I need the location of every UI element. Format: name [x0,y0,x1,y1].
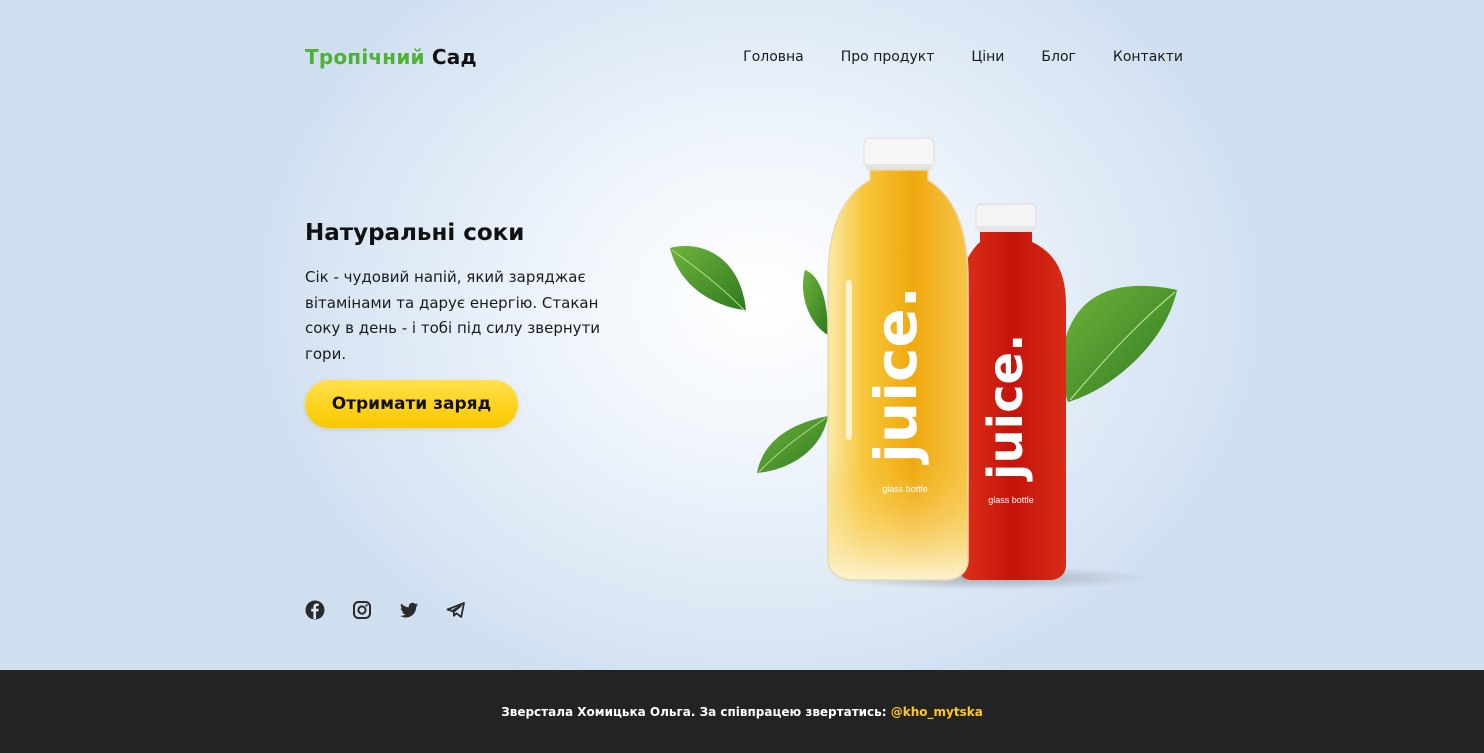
logo-text-green: Тропічний [305,45,425,69]
footer-credits: Зверстала Хомицька Ольга. За співпрацею … [501,705,983,719]
main-nav: Головна Про продукт Ціни Блог Контакти [743,49,1183,65]
nav-link-home[interactable]: Головна [743,49,804,65]
orange-bottle-brand-text: juice. [862,286,930,465]
hero-section: Тропічний Сад Головна Про продукт Ціни Б… [0,0,1484,670]
nav-link-contacts[interactable]: Контакти [1113,49,1183,65]
nav-link-blog[interactable]: Блог [1041,49,1075,65]
leaf-decoration-bottom [757,416,828,473]
twitter-icon[interactable] [399,600,419,620]
logo-text-dark: Сад [431,45,477,69]
red-juice-bottle: juice. glass bottle [958,203,1066,580]
social-links [305,600,466,620]
nav-link-about-product[interactable]: Про продукт [841,49,935,65]
facebook-icon[interactable] [305,600,325,620]
leaf-decoration-right [1062,285,1177,402]
footer-credits-text: Зверстала Хомицька Ольга. За співпрацею … [501,704,891,719]
juice-bottles-image: juice. glass bottle juice. glass bottle [670,137,1177,590]
hero-title: Натуральні соки [305,220,525,246]
site-footer: Зверстала Хомицька Ольга. За співпрацею … [0,670,1484,753]
orange-bottle-sublabel: glass bottle [882,484,928,494]
site-logo[interactable]: Тропічний Сад [305,45,477,69]
orange-juice-bottle: juice. glass bottle [827,137,969,581]
leaf-decoration-left [670,245,747,313]
red-bottle-sublabel: glass bottle [988,495,1034,505]
leaf-decoration-small [802,270,828,335]
footer-contact-link[interactable]: @kho_mytska [891,705,983,719]
nav-link-prices[interactable]: Ціни [971,49,1004,65]
instagram-icon[interactable] [352,600,372,620]
hero-description: Сік - чудовий напій, який заряджає вітам… [305,268,601,363]
telegram-icon[interactable] [446,600,466,620]
get-charged-button[interactable]: Отримати заряд [305,380,518,428]
red-bottle-brand-text: juice. [978,334,1034,482]
